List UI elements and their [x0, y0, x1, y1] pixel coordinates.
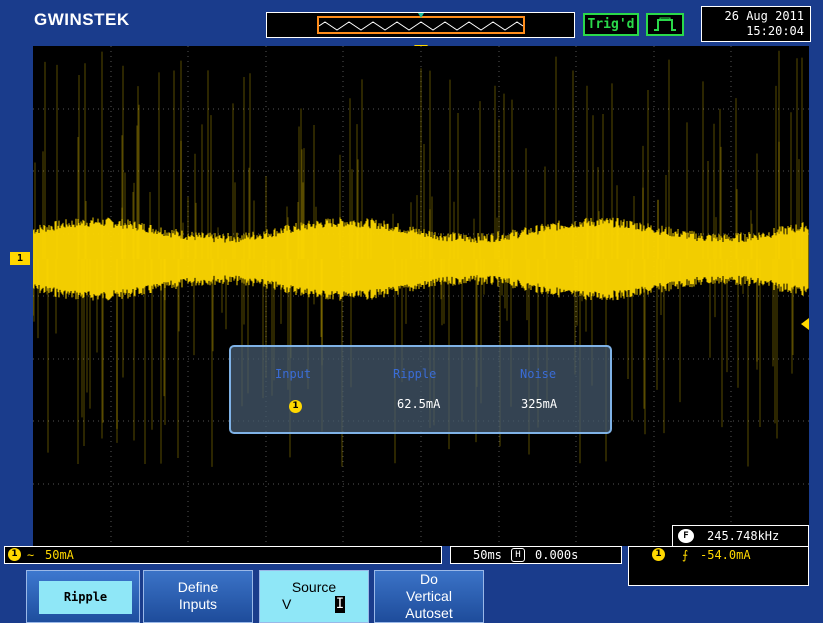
trigger-coupling-icon: [646, 13, 684, 36]
ripple-softkey[interactable]: Ripple: [26, 570, 140, 623]
channel1-trace: [33, 50, 809, 467]
frequency-icon: F: [678, 529, 694, 543]
input-header: Input: [275, 367, 312, 381]
channel-status: 1 ∼ 50mA: [4, 546, 442, 564]
horizontal-position-icon: H: [511, 548, 525, 562]
trigger-level-value: -54.0mA: [700, 548, 751, 562]
trigger-position-marker-icon: [418, 13, 424, 18]
source-option-v[interactable]: V: [282, 596, 291, 613]
pulse-icon: [654, 17, 676, 31]
time-text: 15:20:04: [746, 24, 804, 38]
ac-coupling-icon: ∼: [27, 548, 35, 562]
source-softkey[interactable]: Source V I: [259, 570, 369, 623]
source-options: V I: [260, 596, 368, 613]
display-window-indicator: [317, 16, 525, 34]
top-bar: GWINSTEK Trig'd 26 Aug 2011 15:20:04: [0, 0, 823, 46]
define-inputs-softkey[interactable]: Define Inputs: [143, 570, 253, 623]
define-label-line2: Inputs: [178, 596, 218, 612]
define-label-line1: Define: [177, 579, 219, 595]
ripple-header: Ripple: [393, 367, 437, 381]
overview-waveform-icon: [319, 21, 523, 31]
do-label-line3: Autoset: [405, 605, 453, 621]
source-label: Source: [291, 579, 337, 595]
do-vertical-autoset-softkey[interactable]: Do Vertical Autoset: [374, 570, 484, 623]
trigger-status: 1 ⨍ -54.0mA: [628, 546, 809, 586]
ripple-value: 62.5mA: [397, 397, 441, 411]
date-time-display: 26 Aug 2011 15:20:04: [701, 6, 811, 42]
horizontal-position-value: 0.000s: [535, 548, 579, 562]
trigger-status-badge: Trig'd: [583, 13, 639, 36]
channel1-icon: 1: [8, 548, 21, 561]
frequency-counter: F 245.748kHz: [672, 525, 809, 547]
ripple-label: Ripple: [39, 581, 132, 614]
trigger-level-marker-icon: [801, 318, 809, 330]
rising-edge-icon: ⨍: [682, 548, 689, 562]
timebase-status: 50ms H 0.000s: [450, 546, 622, 564]
time-per-div: 50ms: [473, 548, 502, 562]
noise-header: Noise: [520, 367, 557, 381]
date-text: 26 Aug 2011: [724, 9, 804, 23]
channel1-ground-marker: 1: [10, 252, 30, 265]
do-label-line1: Do: [420, 571, 438, 587]
memory-overview-bar: [266, 12, 575, 38]
noise-value: 325mA: [521, 397, 558, 411]
trigger-source-icon: 1: [652, 548, 665, 561]
input-channel-icon: 1: [289, 397, 302, 413]
volts-per-div: 50mA: [45, 548, 74, 562]
frequency-value: 245.748kHz: [707, 529, 780, 543]
brand-logo: GWINSTEK: [34, 10, 130, 29]
do-label-line2: Vertical: [406, 588, 452, 604]
source-option-i[interactable]: I: [335, 596, 345, 613]
waveform-display: [33, 46, 809, 546]
ripple-measurement-panel: Input Ripple Noise 1 62.5mA 325mA: [229, 345, 612, 434]
